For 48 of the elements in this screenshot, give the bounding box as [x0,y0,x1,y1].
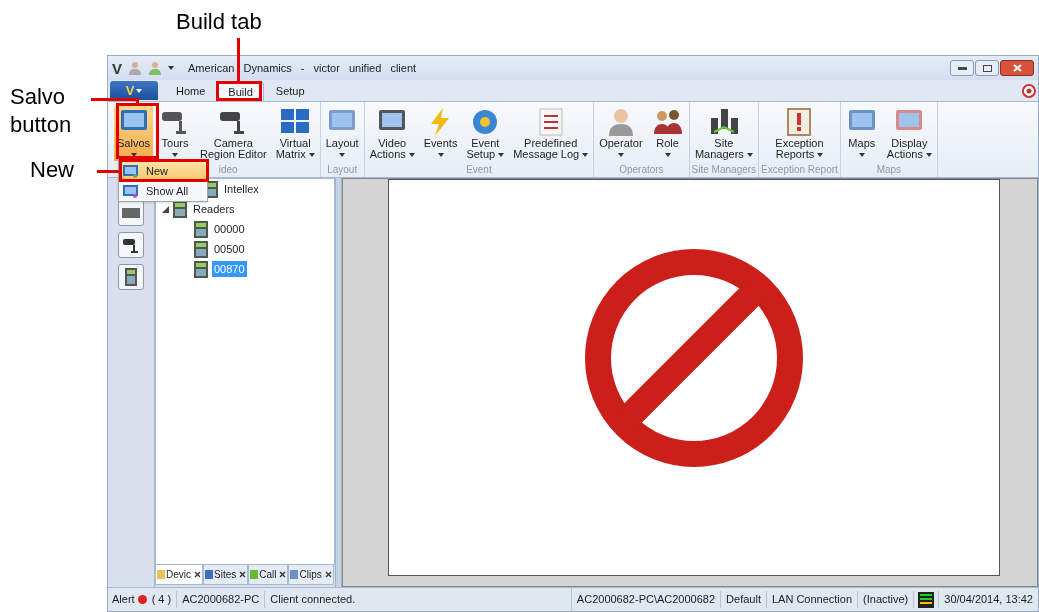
ribbon-tab[interactable]: Setup [265,82,315,101]
ribbon-button[interactable]: Virtual Matrix [272,106,318,161]
profile-name: Default [721,591,767,608]
app-logo[interactable]: V [112,60,122,76]
alert-count: ( 4 ) [146,591,178,608]
ribbon-button[interactable]: Events [420,106,461,161]
ribbon-button[interactable]: Maps [842,106,881,161]
callout-label: button [10,111,72,139]
user-name: AC2000682-PC\AC2000682 [571,591,722,608]
panel-tab[interactable]: Clips [288,565,334,585]
ribbon-group-label: Maps [876,163,902,177]
date-time: 30/04/2014, 13:42 [938,591,1038,608]
tree-item[interactable]: Intellex [222,180,261,198]
ribbon-button[interactable]: Role [648,106,687,161]
ribbon-button[interactable]: Camera Region Editor [197,106,270,161]
tree-item[interactable]: 00000 [212,220,247,238]
ribbon-button[interactable]: Predefined Message Log [510,106,592,161]
ribbon-button[interactable]: Operator [596,106,646,161]
ribbon-button[interactable]: Layout [322,106,362,161]
ribbon-group-label: Event [466,163,492,177]
ribbon-group-label: Site Managers [691,163,757,177]
status-message: Client connected. [269,592,357,608]
ribbon-button[interactable]: Tours [156,106,195,161]
ribbon-button[interactable]: Exception Reports [772,106,827,161]
connection-status: LAN Connection [766,591,859,608]
ribbon-group-label: ideo [218,163,238,177]
tree-item[interactable]: 00500 [212,240,247,258]
ribbon-button[interactable]: Site Managers [691,106,756,161]
connection-state: (Inactive) [858,591,915,608]
ribbon-group-label: Exception Report [761,163,838,177]
panel-tab[interactable]: Sites [203,565,249,585]
callout-label: Salvo [10,83,67,111]
menu-item[interactable]: Show All [119,181,207,201]
ribbon-button[interactable]: Video Actions [366,106,418,161]
ribbon-button[interactable]: Event Setup [463,106,508,161]
ribbon-group-label: Operators [619,163,664,177]
panel-tab[interactable]: Devic [155,565,203,585]
panel-tab[interactable]: Call [248,565,289,585]
tree-item[interactable]: Readers [191,200,237,218]
alert-label: Alert [111,592,136,608]
callout-label: New [30,156,74,184]
ribbon-group-label: Layout [327,163,358,177]
machine-name: AC2000682-PC [177,591,266,608]
callout-label: Build tab [176,8,262,36]
window-title: American Dynamics - victor unified client [188,60,417,76]
app-menu-button[interactable]: V [110,81,158,100]
ribbon-button[interactable]: Display Actions [883,106,935,161]
ribbon-tab[interactable]: Home [166,82,216,101]
